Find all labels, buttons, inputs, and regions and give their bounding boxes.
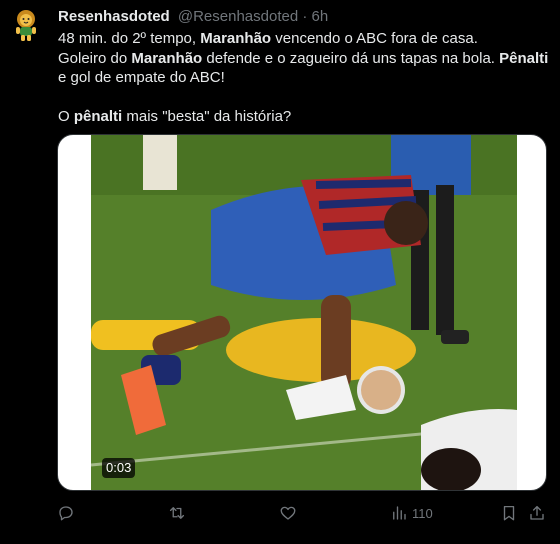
video-still — [91, 135, 517, 490]
views-count: 110 — [412, 505, 433, 521]
views-icon — [393, 506, 406, 520]
tweet-header: Resenhasdoted @Resenhasdoted · 6h — [58, 8, 328, 26]
tweet-line-3: O pênalti mais "besta" da história? — [58, 108, 292, 125]
share-button[interactable] — [528, 502, 546, 524]
heart-icon — [280, 506, 296, 520]
video-player[interactable]: 0:03 — [57, 134, 547, 491]
header-separator: · — [302, 8, 308, 25]
retweet-button[interactable] — [168, 502, 186, 524]
video-timestamp: 0:03 — [102, 458, 136, 478]
like-button[interactable] — [279, 502, 297, 524]
tweet[interactable]: Resenhasdoted @Resenhasdoted · 6h 48 min… — [0, 0, 560, 544]
action-bar: 110 — [0, 500, 560, 526]
author-avatar[interactable] — [12, 8, 40, 42]
views-button[interactable]: 110 — [390, 502, 433, 524]
author-name[interactable]: Resenhasdoted — [58, 8, 170, 25]
reply-icon — [59, 506, 73, 521]
video-frame[interactable]: 0:03 — [91, 135, 517, 490]
tweet-line-2: Goleiro do Maranhão defende e o zagueiro… — [58, 49, 549, 87]
lion-mascot-icon — [16, 10, 36, 41]
bookmark-icon — [503, 505, 515, 521]
tweet-time[interactable]: 6h — [312, 8, 329, 25]
author-handle[interactable]: @Resenhasdoted — [178, 8, 298, 25]
tweet-text: 48 min. do 2º tempo, Maranhão vencendo o… — [58, 29, 552, 127]
tweet-line-1: 48 min. do 2º tempo, Maranhão vencendo o… — [58, 30, 478, 47]
share-icon — [530, 505, 544, 520]
reply-button[interactable] — [57, 502, 75, 524]
retweet-icon — [169, 507, 185, 519]
bookmark-button[interactable] — [500, 502, 518, 524]
